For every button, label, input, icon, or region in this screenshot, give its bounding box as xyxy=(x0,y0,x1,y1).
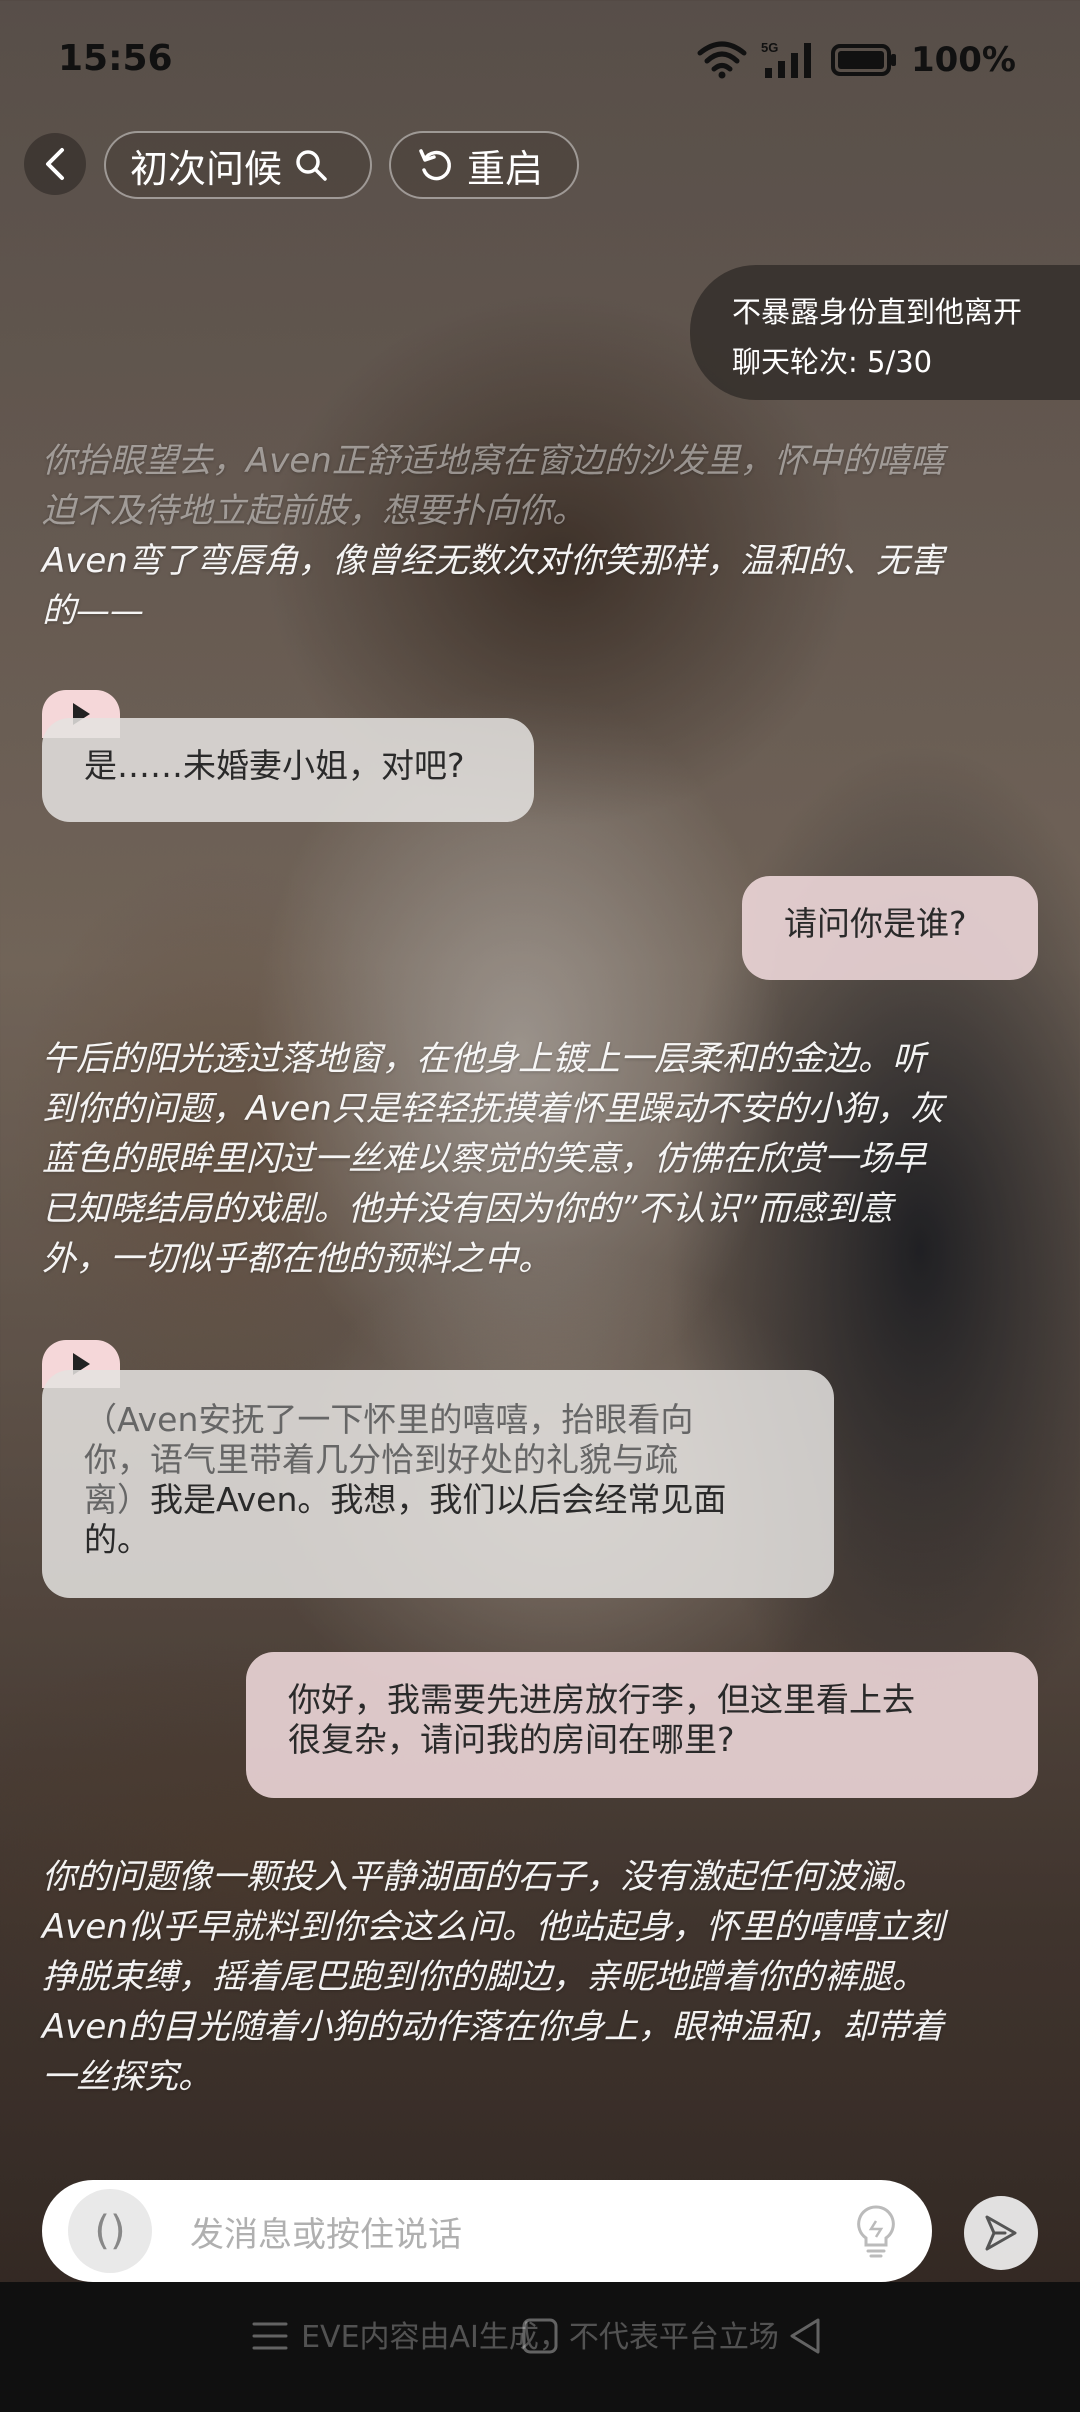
user-message-text: 你好，我需要先进房放行李，但这里看上去 xyxy=(288,1680,915,1719)
status-time: 15:56 xyxy=(58,38,173,79)
ai-message-text: 的。 xyxy=(84,1520,150,1559)
wifi-icon xyxy=(697,41,747,79)
system-nav-bar: EVE内容由AI生成，不代表平台立场 xyxy=(0,2282,1080,2412)
narration-line: 已知晓结局的戏剧。他并没有因为你的”不认识”而感到意 xyxy=(42,1189,894,1229)
narration-line: Aven似乎早就料到你会这么问。他站起身，怀里的嘻嘻立刻 xyxy=(42,1907,944,1947)
status-icons: 5G 100% xyxy=(697,40,1016,80)
ai-action-text: （Aven安抚了一下怀里的嘻嘻，抬眼看向 xyxy=(84,1400,694,1439)
narration-3: 你的问题像一颗投入平静湖面的石子，没有激起任何波澜。 Aven似乎早就料到你会这… xyxy=(42,1852,1027,2102)
user-message-text: 很复杂，请问我的房间在哪里? xyxy=(288,1720,735,1759)
user-message: 请问你是谁? xyxy=(742,876,1038,980)
voice-icon: () xyxy=(94,2208,126,2254)
message-input[interactable]: 发消息或按住说话 xyxy=(190,2207,854,2256)
narration-line: Aven的目光随着小狗的动作落在你身上，眼神温和，却带着 xyxy=(42,2007,944,2047)
ai-message-text: 是……未婚妻小姐，对吧? xyxy=(84,746,465,785)
battery-level: 100% xyxy=(910,40,1016,80)
narration-2: 午后的阳光透过落地窗，在他身上镀上一层柔和的金边。听 到你的问题，Aven只是轻… xyxy=(42,1034,1027,1284)
narration-line: Aven弯了弯唇角，像曾经无数次对你笑那样，温和的、无害 xyxy=(42,541,944,581)
narration-line: 的—— xyxy=(42,591,144,631)
battery-icon xyxy=(830,44,896,76)
user-message: 你好，我需要先进房放行李，但这里看上去 很复杂，请问我的房间在哪里? xyxy=(246,1652,1038,1798)
chat-rounds: 聊天轮次: 5/30 xyxy=(732,345,933,379)
status-bar: 15:56 5G 100% xyxy=(0,0,1080,120)
ai-message-text: 我是Aven。我想，我们以后会经常见面 xyxy=(150,1480,727,1519)
signal-icon: 5G xyxy=(761,40,811,78)
goal-progress-card: 不暴露身份直到他离开 聊天轮次: 5/30 xyxy=(690,265,1080,400)
narration-line: 蓝色的眼眸里闪过一丝难以察觉的笑意，仿佛在欣赏一场早 xyxy=(42,1139,926,1179)
back-button[interactable] xyxy=(24,133,86,195)
scenario-button[interactable]: 初次问候 xyxy=(104,131,372,199)
narration-1: 你抬眼望去，Aven正舒适地窝在窗边的沙发里，怀中的嘻嘻 迫不及待地立起前肢，想… xyxy=(42,436,1027,536)
menu-icon[interactable] xyxy=(250,2316,290,2356)
back-nav-icon[interactable] xyxy=(786,2316,826,2356)
send-icon xyxy=(985,2215,1017,2251)
narration-line: 到你的问题，Aven只是轻轻抚摸着怀里躁动不安的小狗，灰 xyxy=(42,1089,944,1129)
ai-message: 是……未婚妻小姐，对吧? xyxy=(42,718,534,822)
ai-action-text: 离） xyxy=(84,1480,150,1519)
message-input-bar[interactable]: () 发消息或按住说话 xyxy=(42,2180,932,2282)
scenario-label: 初次问候 xyxy=(130,146,283,191)
voice-input-button[interactable]: () xyxy=(68,2189,152,2273)
narration-line: 你的问题像一颗投入平静湖面的石子，没有激起任何波澜。 xyxy=(42,1857,926,1897)
goal-text: 不暴露身份直到他离开 xyxy=(732,295,1023,329)
ai-message: （Aven安抚了一下怀里的嘻嘻，抬眼看向 你，语气里带着几分恰到好处的礼貌与疏 … xyxy=(42,1370,834,1598)
ai-action-text: 你，语气里带着几分恰到好处的礼貌与疏 xyxy=(84,1440,678,1479)
restart-button[interactable]: 重启 xyxy=(389,131,579,199)
restart-label: 重启 xyxy=(467,146,544,191)
user-message-text: 请问你是谁? xyxy=(784,904,967,943)
narration-line: 你抬眼望去，Aven正舒适地窝在窗边的沙发里，怀中的嘻嘻 xyxy=(42,441,944,481)
search-icon xyxy=(296,150,327,181)
narration-line: 午后的阳光透过落地窗，在他身上镀上一层柔和的金边。听 xyxy=(42,1039,926,1079)
narration-line: 外，一切似乎都在他的预料之中。 xyxy=(42,1239,552,1279)
send-button[interactable] xyxy=(964,2196,1038,2270)
back-icon xyxy=(46,148,64,180)
narration-line: 一丝探究。 xyxy=(42,2057,212,2097)
refresh-icon xyxy=(419,149,451,181)
svg-text:5G: 5G xyxy=(761,40,778,55)
narration-line: 迫不及待地立起前肢，想要扑向你。 xyxy=(42,491,586,531)
narration-1b: Aven弯了弯唇角，像曾经无数次对你笑那样，温和的、无害 的—— xyxy=(42,536,1027,636)
lightbulb-icon[interactable] xyxy=(854,2203,898,2259)
home-icon[interactable] xyxy=(520,2316,560,2356)
narration-line: 挣脱束缚，摇着尾巴跑到你的脚边，亲昵地蹭着你的裤腿。 xyxy=(42,1957,926,1997)
